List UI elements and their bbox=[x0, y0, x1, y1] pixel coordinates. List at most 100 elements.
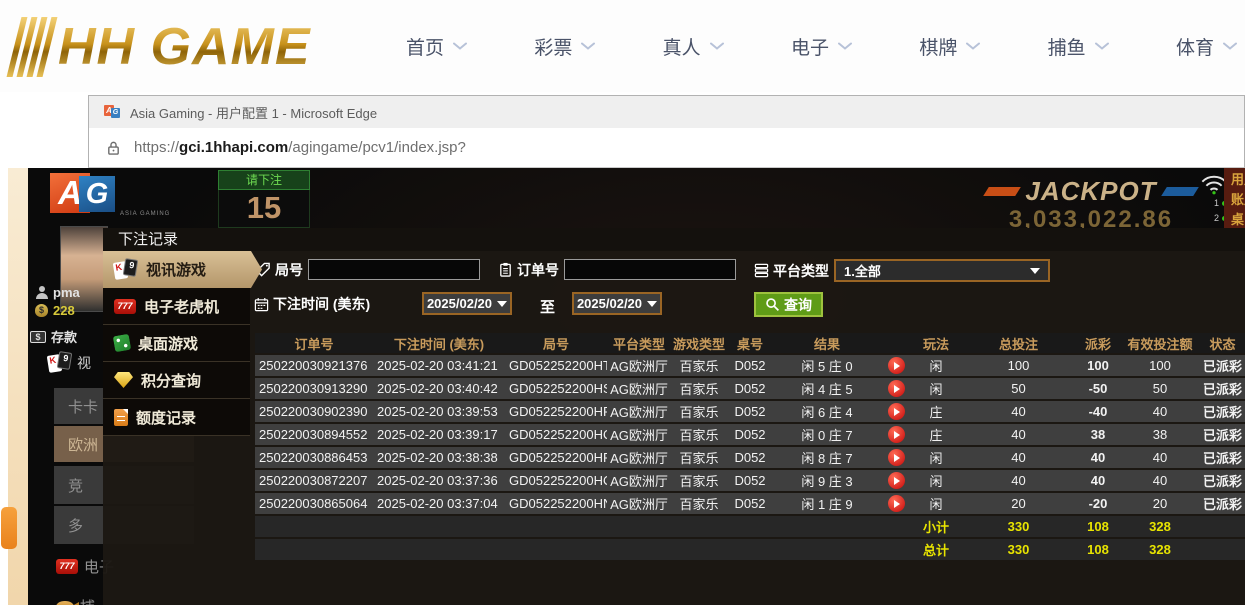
play-video-icon[interactable] bbox=[888, 403, 905, 420]
cell-payout: 38 bbox=[1076, 424, 1120, 445]
table-row: 2502200309023902025-02-20 03:39:53GD0522… bbox=[255, 401, 1245, 422]
site-logo-text: HH GAME bbox=[58, 17, 311, 77]
cell-time: 2025-02-20 03:39:53 bbox=[373, 401, 505, 422]
subtotal-row-cell: 108 bbox=[1076, 516, 1120, 537]
cell-platform: AG欧洲厅 bbox=[607, 401, 671, 422]
bet-records-modal: 下注记录 K9 视讯游戏 777 电子老虎机 桌面游戏 积分查询 bbox=[103, 228, 1245, 605]
logo-bars-decoration bbox=[7, 17, 58, 77]
countdown-value: 15 bbox=[218, 190, 310, 228]
cell-play: 闲 bbox=[911, 493, 961, 514]
nav-item-fishing[interactable]: 捕鱼 bbox=[1048, 33, 1109, 60]
play-video-icon[interactable] bbox=[888, 472, 905, 489]
round-number-label: 局号 bbox=[256, 260, 303, 280]
cell-payout: -40 bbox=[1076, 401, 1120, 422]
subtotal-row-cell: 328 bbox=[1120, 516, 1200, 537]
cell-game: 百家乐 bbox=[671, 493, 727, 514]
url-text[interactable]: https://gci.1hhapi.com/agingame/pcv1/ind… bbox=[134, 139, 466, 156]
browser-urlbar[interactable]: https://gci.1hhapi.com/agingame/pcv1/ind… bbox=[88, 128, 1245, 168]
cell-platform: AG欧洲厅 bbox=[607, 355, 671, 376]
cell-platform: AG欧洲厅 bbox=[607, 378, 671, 399]
account-balance-label: 账户余额 bbox=[1231, 190, 1245, 210]
cell-payout: -50 bbox=[1076, 378, 1120, 399]
menu-item-video-games[interactable]: K9 视讯游戏 bbox=[103, 251, 262, 288]
play-video-icon[interactable] bbox=[888, 495, 905, 512]
table-row: 2502200309213762025-02-20 03:41:21GD0522… bbox=[255, 355, 1245, 376]
col-playtype: 玩法 bbox=[911, 333, 961, 353]
nav-item-lottery[interactable]: 彩票 bbox=[534, 33, 595, 60]
cell-play: 闲 bbox=[911, 470, 961, 491]
cell-valid: 50 bbox=[1120, 378, 1200, 399]
cell-status: 已派彩 bbox=[1200, 355, 1245, 376]
cell-time: 2025-02-20 03:41:21 bbox=[373, 355, 505, 376]
bet-time-label: 下注时间 (美东) bbox=[254, 294, 370, 314]
menu-item-slots[interactable]: 777 电子老虎机 bbox=[103, 288, 250, 325]
search-button[interactable]: 查询 bbox=[754, 292, 823, 317]
cell-bet: 20 bbox=[961, 493, 1076, 514]
browser-titlebar[interactable]: AG Asia Gaming - 用户配置 1 - Microsoft Edge bbox=[88, 95, 1245, 128]
nav-item-home[interactable]: 首页 bbox=[406, 33, 467, 60]
cell-round: GD052252200HO bbox=[505, 470, 607, 491]
bet-records-table: 订单号 下注时间 (美东) 局号 平台类型 游戏类型 桌号 结果 玩法 总投注 … bbox=[255, 331, 1245, 562]
nav-item-cards[interactable]: 棋牌 bbox=[919, 33, 980, 60]
deposit-icon: $ bbox=[30, 331, 46, 343]
cell-bet: 40 bbox=[961, 401, 1076, 422]
cell-payout: 40 bbox=[1076, 447, 1120, 468]
cell-round: GD052252200HR bbox=[505, 401, 607, 422]
menu-item-points-query[interactable]: 积分查询 bbox=[103, 362, 250, 399]
cell-valid: 40 bbox=[1120, 401, 1200, 422]
play-video-cell bbox=[881, 447, 911, 468]
platform-type-label: 平台类型 bbox=[754, 261, 829, 281]
cell-game: 百家乐 bbox=[671, 470, 727, 491]
menu-item-credit-records[interactable]: 额度记录 bbox=[103, 399, 250, 436]
modal-title: 下注记录 bbox=[103, 228, 1245, 251]
site-logo[interactable]: HH GAME bbox=[14, 8, 311, 86]
cell-round: GD052252200HS bbox=[505, 378, 607, 399]
platform-type-select[interactable]: 1.全部 bbox=[834, 259, 1050, 282]
play-video-icon[interactable] bbox=[888, 449, 905, 466]
cell-round: GD052252200HN bbox=[505, 493, 607, 514]
cell-round: GD052252200HT bbox=[505, 355, 607, 376]
nav-item-slots[interactable]: 电子 bbox=[791, 33, 852, 60]
cell-bet: 40 bbox=[961, 447, 1076, 468]
cell-order: 250220030865064 bbox=[255, 493, 373, 514]
cell-valid: 38 bbox=[1120, 424, 1200, 445]
col-time: 下注时间 (美东) bbox=[373, 333, 505, 353]
play-video-icon[interactable] bbox=[888, 357, 905, 374]
play-video-cell bbox=[881, 355, 911, 376]
cell-platform: AG欧洲厅 bbox=[607, 447, 671, 468]
cell-time: 2025-02-20 03:38:38 bbox=[373, 447, 505, 468]
col-play-video bbox=[881, 333, 911, 353]
table-row: 2502200308864532025-02-20 03:38:38GD0522… bbox=[255, 447, 1245, 468]
nav-item-sports[interactable]: 体育 bbox=[1176, 33, 1237, 60]
cell-payout: 100 bbox=[1076, 355, 1120, 376]
calendar-icon bbox=[254, 297, 269, 312]
play-video-cell bbox=[881, 401, 911, 422]
date-to-select[interactable]: 2025/02/20 bbox=[572, 292, 662, 315]
order-number-input[interactable] bbox=[564, 259, 736, 280]
cell-table_no: D052 bbox=[727, 447, 773, 468]
cell-round: GD052252200HP bbox=[505, 447, 607, 468]
cell-valid: 40 bbox=[1120, 447, 1200, 468]
nav-item-live[interactable]: 真人 bbox=[663, 33, 724, 60]
date-from-select[interactable]: 2025/02/20 bbox=[422, 292, 512, 315]
cell-time: 2025-02-20 03:40:42 bbox=[373, 378, 505, 399]
col-result: 结果 bbox=[773, 333, 881, 353]
cell-platform: AG欧洲厅 bbox=[607, 424, 671, 445]
round-number-input[interactable] bbox=[308, 259, 480, 280]
total-row: 总计330108328 bbox=[255, 539, 1245, 560]
chevron-down-icon bbox=[710, 42, 724, 51]
user-icon bbox=[35, 286, 48, 299]
play-video-icon[interactable] bbox=[888, 380, 905, 397]
site-nav: 首页 彩票 真人 电子 棋牌 捕鱼 体育 bbox=[388, 0, 1245, 92]
floating-side-button[interactable] bbox=[1, 507, 17, 549]
play-video-icon[interactable] bbox=[888, 426, 905, 443]
modal-side-menu: K9 视讯游戏 777 电子老虎机 桌面游戏 积分查询 额度记录 bbox=[103, 251, 250, 605]
total-row-cell bbox=[255, 539, 911, 560]
bet-countdown: 请下注 15 bbox=[218, 170, 310, 228]
chevron-down-icon bbox=[453, 42, 467, 51]
cell-valid: 40 bbox=[1120, 470, 1200, 491]
jackpot-orange-stripe bbox=[983, 187, 1021, 196]
menu-item-table-games[interactable]: 桌面游戏 bbox=[103, 325, 250, 362]
subtotal-row-cell: 330 bbox=[961, 516, 1076, 537]
cell-status: 已派彩 bbox=[1200, 447, 1245, 468]
